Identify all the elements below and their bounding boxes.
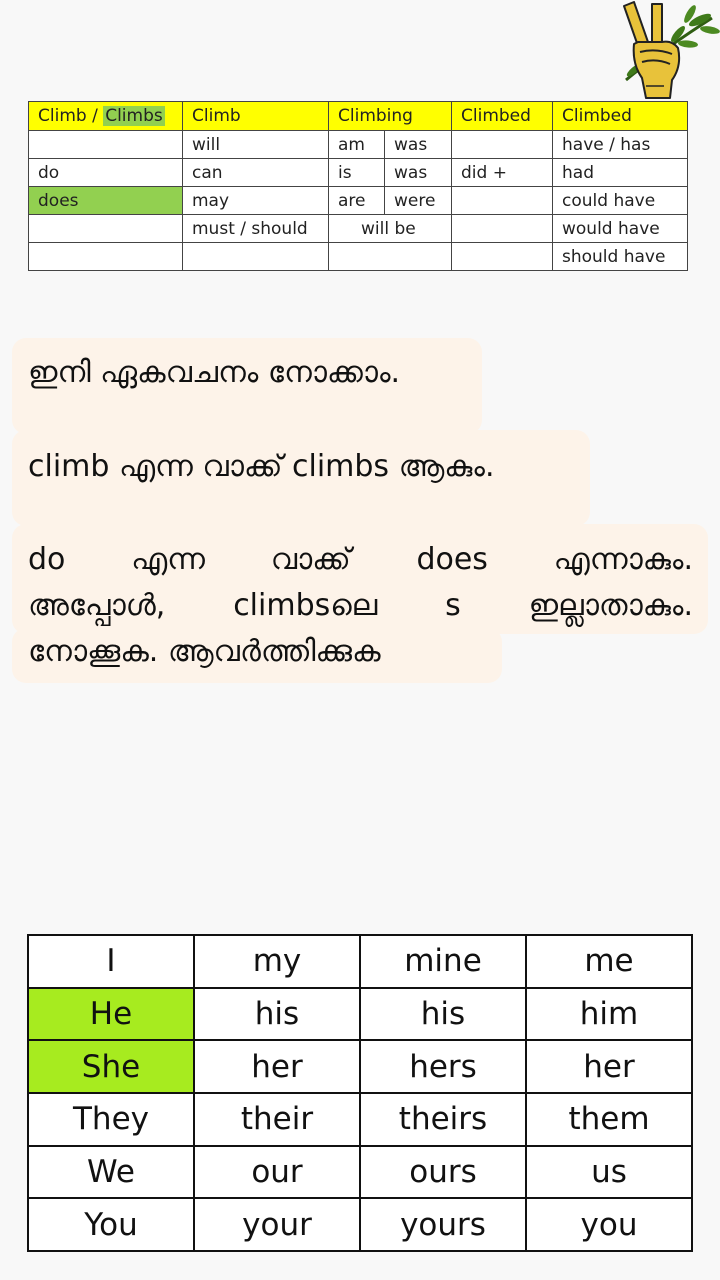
table-cell: They xyxy=(27,1091,195,1147)
table-row: We our ours us xyxy=(27,1144,693,1200)
table-cell: can xyxy=(182,158,329,187)
table-row: She her hers her xyxy=(27,1039,693,1094)
table-cell: my xyxy=(193,934,361,989)
table-cell: You xyxy=(27,1197,195,1252)
table-cell: have / has xyxy=(552,130,688,159)
table-cell-highlighted: She xyxy=(27,1039,195,1094)
table-cell: could have xyxy=(552,186,688,215)
header-climb-climbs: Climb / Climbs xyxy=(28,101,183,131)
table-row: You your yours you xyxy=(27,1197,693,1252)
header-climbed-participle: Climbed xyxy=(552,101,688,131)
table-cell: did + xyxy=(451,158,553,187)
table-cell xyxy=(451,130,553,159)
header-climb: Climb xyxy=(182,101,329,131)
table-row: should have xyxy=(28,242,688,271)
table-row: He his his him xyxy=(27,986,693,1042)
table-cell-highlighted: does xyxy=(28,186,183,215)
table-row: do can is was did + had xyxy=(28,158,688,187)
text-line-does: do എന്ന വാക്ക് does എന്നാകും. xyxy=(28,542,693,577)
table-cell xyxy=(451,242,553,271)
table-cell xyxy=(451,214,553,243)
table-cell: must / should xyxy=(182,214,329,243)
text-line-repeat: നോക്കൂക. ആവർത്തിക്കുക xyxy=(28,634,381,669)
table-cell xyxy=(28,214,183,243)
text-line-climbs: climb എന്ന വാക്ക് climbs ആകും. xyxy=(28,449,495,484)
table-cell: should have xyxy=(552,242,688,271)
table-cell: may xyxy=(182,186,329,215)
table-cell: will xyxy=(182,130,329,159)
table-row: will am was have / has xyxy=(28,130,688,159)
table-cell: hers xyxy=(359,1039,527,1094)
table-cell: were xyxy=(384,186,452,215)
table-cell xyxy=(28,242,183,271)
verb-forms-table: Climb / Climbs Climb Climbing Climbed Cl… xyxy=(28,101,688,271)
table-cell xyxy=(182,242,329,271)
table-cell: theirs xyxy=(359,1091,527,1147)
table-cell: her xyxy=(525,1039,693,1094)
table-cell: am xyxy=(328,130,385,159)
table-cell: him xyxy=(525,986,693,1042)
text-line-singular-intro: ഇനി ഏകവചനം നോക്കാം. xyxy=(28,355,401,390)
header-climbed: Climbed xyxy=(451,101,553,131)
pronoun-table: I my mine me He his his him She her hers… xyxy=(27,934,693,1252)
table-cell: is xyxy=(328,158,385,187)
verb-table-header-row: Climb / Climbs Climb Climbing Climbed Cl… xyxy=(28,101,688,131)
table-cell: had xyxy=(552,158,688,187)
table-cell: will be xyxy=(328,214,452,243)
table-cell: his xyxy=(359,986,527,1042)
table-cell-highlighted: He xyxy=(27,986,195,1042)
table-cell: us xyxy=(525,1144,693,1200)
table-cell: would have xyxy=(552,214,688,243)
table-cell xyxy=(451,186,553,215)
table-cell xyxy=(328,242,452,271)
header-climbing: Climbing xyxy=(328,101,452,131)
table-row: must / should will be would have xyxy=(28,214,688,243)
table-cell: I xyxy=(27,934,195,989)
table-row: They their theirs them xyxy=(27,1091,693,1147)
table-cell: was xyxy=(384,158,452,187)
table-cell: her xyxy=(193,1039,361,1094)
table-cell: ours xyxy=(359,1144,527,1200)
table-cell: me xyxy=(525,934,693,989)
table-cell: mine xyxy=(359,934,527,989)
table-cell: yours xyxy=(359,1197,527,1252)
table-cell: your xyxy=(193,1197,361,1252)
table-cell: you xyxy=(525,1197,693,1252)
table-row: I my mine me xyxy=(27,934,693,989)
peace-hand-olive-branch-icon xyxy=(623,1,720,99)
text-line-s-removed: അപ്പോൾ, climbsലെ s ഇല്ലാതാകും. xyxy=(28,588,693,623)
explanation-text-block: ഇനി ഏകവചനം നോക്കാം. climb എന്ന വാക്ക് cl… xyxy=(12,338,708,683)
table-cell: their xyxy=(193,1091,361,1147)
peace-hand-logo xyxy=(612,0,720,104)
table-cell: our xyxy=(193,1144,361,1200)
table-cell xyxy=(28,130,183,159)
table-cell: was xyxy=(384,130,452,159)
table-cell: We xyxy=(27,1144,195,1200)
table-cell: are xyxy=(328,186,385,215)
table-cell: do xyxy=(28,158,183,187)
table-cell: his xyxy=(193,986,361,1042)
text-paragraph-does: do എന്ന വാക്ക് does എന്നാകും. അപ്പോൾ, climbsല… xyxy=(28,537,708,675)
table-cell: them xyxy=(525,1091,693,1147)
table-row: does may are were could have xyxy=(28,186,688,215)
